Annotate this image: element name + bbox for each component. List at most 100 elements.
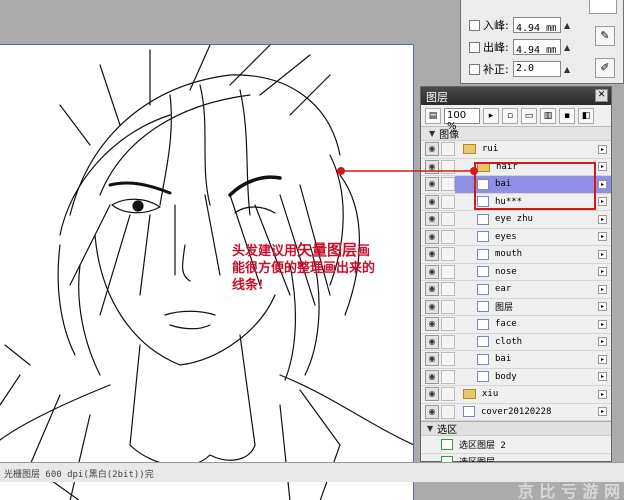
collapse-triangle-icon[interactable]: ▼ (429, 129, 435, 138)
layer-row[interactable]: ◉ eyes ▸ (421, 229, 611, 246)
lock-toggle[interactable] (441, 229, 455, 244)
layer-name-box[interactable]: bai (455, 351, 611, 368)
layer-name-box[interactable]: body (455, 369, 611, 386)
layer-flag-icon[interactable]: ▸ (598, 162, 607, 172)
zoom-arrow-icon[interactable]: ▸ (483, 107, 499, 124)
lock-toggle[interactable] (441, 299, 455, 314)
layer-flag-icon[interactable]: ▸ (598, 319, 607, 329)
lock-toggle[interactable] (441, 247, 455, 262)
lock-toggle[interactable] (441, 334, 455, 349)
layer-name-box[interactable]: cover20120228 (455, 404, 611, 421)
out-peak-checkbox[interactable] (469, 41, 480, 53)
lock-icon[interactable]: ▪ (559, 107, 575, 124)
lock-toggle[interactable] (441, 352, 455, 367)
in-peak-input[interactable]: 4.94 ㎜ (513, 17, 561, 34)
lock-toggle[interactable] (441, 194, 455, 209)
layer-row[interactable]: ◉ cloth ▸ (421, 334, 611, 351)
lock-toggle[interactable] (441, 404, 455, 419)
layer-name-box[interactable]: eye zhu (455, 211, 611, 228)
selection-layer-row[interactable]: 选区图层 2 (421, 436, 611, 454)
layer-row[interactable]: ◉ face ▸ (421, 316, 611, 334)
mask-icon[interactable]: ◧ (578, 107, 594, 124)
selection-section-header[interactable]: ▼ 选区 (421, 421, 611, 436)
spinner-arrow-icon[interactable]: ▲ (564, 65, 570, 74)
delete-layer-icon[interactable]: ▥ (540, 107, 556, 124)
layer-flag-icon[interactable]: ▸ (598, 249, 607, 259)
layer-name-box[interactable]: rui (455, 141, 611, 158)
layer-flag-icon[interactable]: ▸ (598, 389, 607, 399)
layer-flag-icon[interactable]: ▸ (598, 372, 607, 382)
drawing-canvas[interactable]: 头发建议用矢量图层画 能很方便的整理画出来的 线条! (0, 44, 414, 500)
correction-checkbox[interactable] (469, 63, 480, 75)
eye-icon[interactable]: ◉ (425, 282, 439, 297)
brush-stroke-icon[interactable]: ✎ (595, 26, 615, 46)
lock-toggle[interactable] (441, 317, 455, 332)
layer-row[interactable]: ◉ rui ▸ (421, 141, 611, 159)
zoom-input[interactable]: 100 % (444, 107, 480, 132)
layer-name-box[interactable]: 图层 (455, 299, 611, 316)
spinner-arrow-icon[interactable]: ▲ (564, 21, 570, 30)
close-icon[interactable]: ✕ (595, 89, 608, 102)
eye-icon[interactable]: ◉ (425, 299, 439, 314)
eye-icon[interactable]: ◉ (425, 334, 439, 349)
lock-toggle[interactable] (441, 142, 455, 157)
layer-row[interactable]: ◉ hair ▸ (421, 159, 611, 176)
layer-row[interactable]: ◉ bai ▸ (421, 176, 611, 194)
lock-toggle[interactable] (441, 159, 455, 174)
eye-icon[interactable]: ◉ (425, 142, 439, 157)
layer-flag-icon[interactable]: ▸ (598, 197, 607, 207)
eye-icon[interactable]: ◉ (425, 159, 439, 174)
layer-row[interactable]: ◉ body ▸ (421, 369, 611, 386)
layer-name-box[interactable]: bai (455, 176, 611, 193)
layer-flag-icon[interactable]: ▸ (598, 214, 607, 224)
eye-icon[interactable]: ◉ (425, 317, 439, 332)
layer-flag-icon[interactable]: ▸ (598, 407, 607, 417)
lock-toggle[interactable] (441, 212, 455, 227)
new-layer-icon[interactable]: ▫ (502, 107, 518, 124)
eye-icon[interactable]: ◉ (425, 229, 439, 244)
pen-tool-icon[interactable]: ✐ (595, 58, 615, 78)
layer-name-box[interactable]: eyes (455, 229, 611, 246)
eye-icon[interactable]: ◉ (425, 212, 439, 227)
eye-icon[interactable]: ◉ (425, 404, 439, 419)
layer-name-box[interactable]: nose (455, 264, 611, 281)
eye-icon[interactable]: ◉ (425, 387, 439, 402)
eye-icon[interactable]: ◉ (425, 177, 439, 192)
layer-name-box[interactable]: face (455, 316, 611, 333)
layer-row[interactable]: ◉ ear ▸ (421, 281, 611, 299)
lock-toggle[interactable] (441, 282, 455, 297)
layer-flag-icon[interactable]: ▸ (598, 232, 607, 242)
layer-row[interactable]: ◉ hu*** ▸ (421, 194, 611, 211)
lock-toggle[interactable] (441, 177, 455, 192)
eye-icon[interactable]: ◉ (425, 369, 439, 384)
layer-row[interactable]: ◉ bai ▸ (421, 351, 611, 369)
lock-toggle[interactable] (441, 387, 455, 402)
layer-row[interactable]: ◉ cover20120228 ▸ (421, 404, 611, 421)
in-peak-checkbox[interactable] (469, 19, 480, 31)
layer-name-box[interactable]: xiu (455, 386, 611, 403)
layer-row[interactable]: ◉ 图层 ▸ (421, 299, 611, 316)
correction-input[interactable]: 2.0 (513, 61, 561, 77)
layer-group-header[interactable]: ▼ 图像 (421, 127, 611, 141)
layer-row[interactable]: ◉ nose ▸ (421, 264, 611, 281)
lock-toggle[interactable] (441, 264, 455, 279)
new-folder-icon[interactable]: ▭ (521, 107, 537, 124)
eye-icon[interactable]: ◉ (425, 264, 439, 279)
layer-flag-icon[interactable]: ▸ (598, 284, 607, 294)
layer-name-box[interactable]: cloth (455, 334, 611, 351)
layer-flag-icon[interactable]: ▸ (598, 354, 607, 364)
layer-flag-icon[interactable]: ▸ (598, 179, 607, 189)
layer-name-box[interactable]: ear (455, 281, 611, 298)
layer-flag-icon[interactable]: ▸ (598, 267, 607, 277)
layer-name-box[interactable]: mouth (455, 246, 611, 263)
layer-flag-icon[interactable]: ▸ (598, 144, 607, 154)
layer-row[interactable]: ◉ eye zhu ▸ (421, 211, 611, 229)
eye-icon[interactable]: ◉ (425, 247, 439, 262)
spinner-arrow-icon[interactable]: ▲ (564, 43, 570, 52)
layer-flag-icon[interactable]: ▸ (598, 302, 607, 312)
out-peak-input[interactable]: 4.94 ㎜ (513, 39, 561, 56)
eye-icon[interactable]: ◉ (425, 352, 439, 367)
layer-settings-icon[interactable]: ▤ (425, 107, 441, 124)
layer-flag-icon[interactable]: ▸ (598, 337, 607, 347)
layer-name-box[interactable]: hu*** (455, 194, 611, 211)
